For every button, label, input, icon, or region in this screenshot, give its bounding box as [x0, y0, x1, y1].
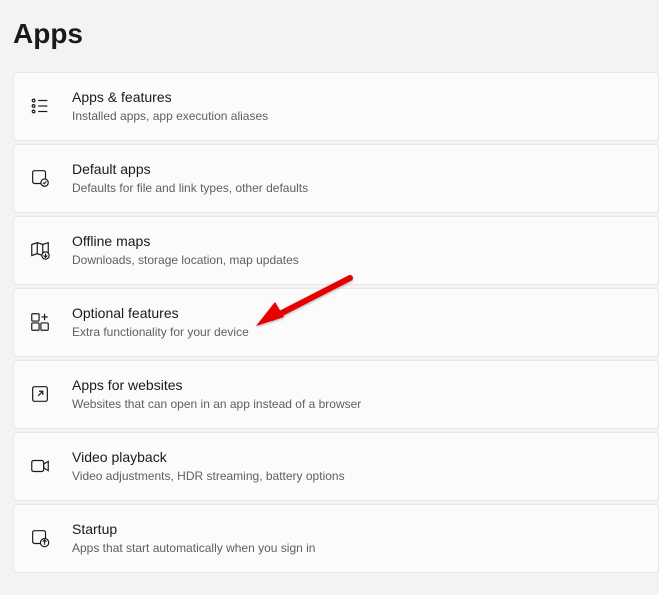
optional-features-item[interactable]: Optional features Extra functionality fo…	[13, 288, 659, 357]
item-title: Offline maps	[72, 232, 299, 250]
apps-for-websites-item[interactable]: Apps for websites Websites that can open…	[13, 360, 659, 429]
default-apps-item[interactable]: Default apps Defaults for file and link …	[13, 144, 659, 213]
item-title: Apps & features	[72, 88, 268, 106]
open-external-icon	[28, 382, 52, 406]
startup-icon	[28, 526, 52, 550]
item-desc: Websites that can open in an app instead…	[72, 396, 361, 413]
item-desc: Downloads, storage location, map updates	[72, 252, 299, 269]
item-title: Startup	[72, 520, 315, 538]
item-desc: Apps that start automatically when you s…	[72, 540, 315, 557]
page-title: Apps	[0, 0, 659, 50]
map-icon	[28, 238, 52, 262]
default-apps-icon	[28, 166, 52, 190]
item-title: Default apps	[72, 160, 308, 178]
apps-and-features-item[interactable]: Apps & features Installed apps, app exec…	[13, 72, 659, 141]
offline-maps-item[interactable]: Offline maps Downloads, storage location…	[13, 216, 659, 285]
video-playback-item[interactable]: Video playback Video adjustments, HDR st…	[13, 432, 659, 501]
item-title: Apps for websites	[72, 376, 361, 394]
apps-list: Apps & features Installed apps, app exec…	[0, 72, 659, 573]
apps-features-icon	[28, 94, 52, 118]
startup-item[interactable]: Startup Apps that start automatically wh…	[13, 504, 659, 573]
optional-features-icon	[28, 310, 52, 334]
video-icon	[28, 454, 52, 478]
item-title: Video playback	[72, 448, 345, 466]
item-desc: Defaults for file and link types, other …	[72, 180, 308, 197]
item-desc: Extra functionality for your device	[72, 324, 249, 341]
item-desc: Video adjustments, HDR streaming, batter…	[72, 468, 345, 485]
item-title: Optional features	[72, 304, 249, 322]
item-desc: Installed apps, app execution aliases	[72, 108, 268, 125]
